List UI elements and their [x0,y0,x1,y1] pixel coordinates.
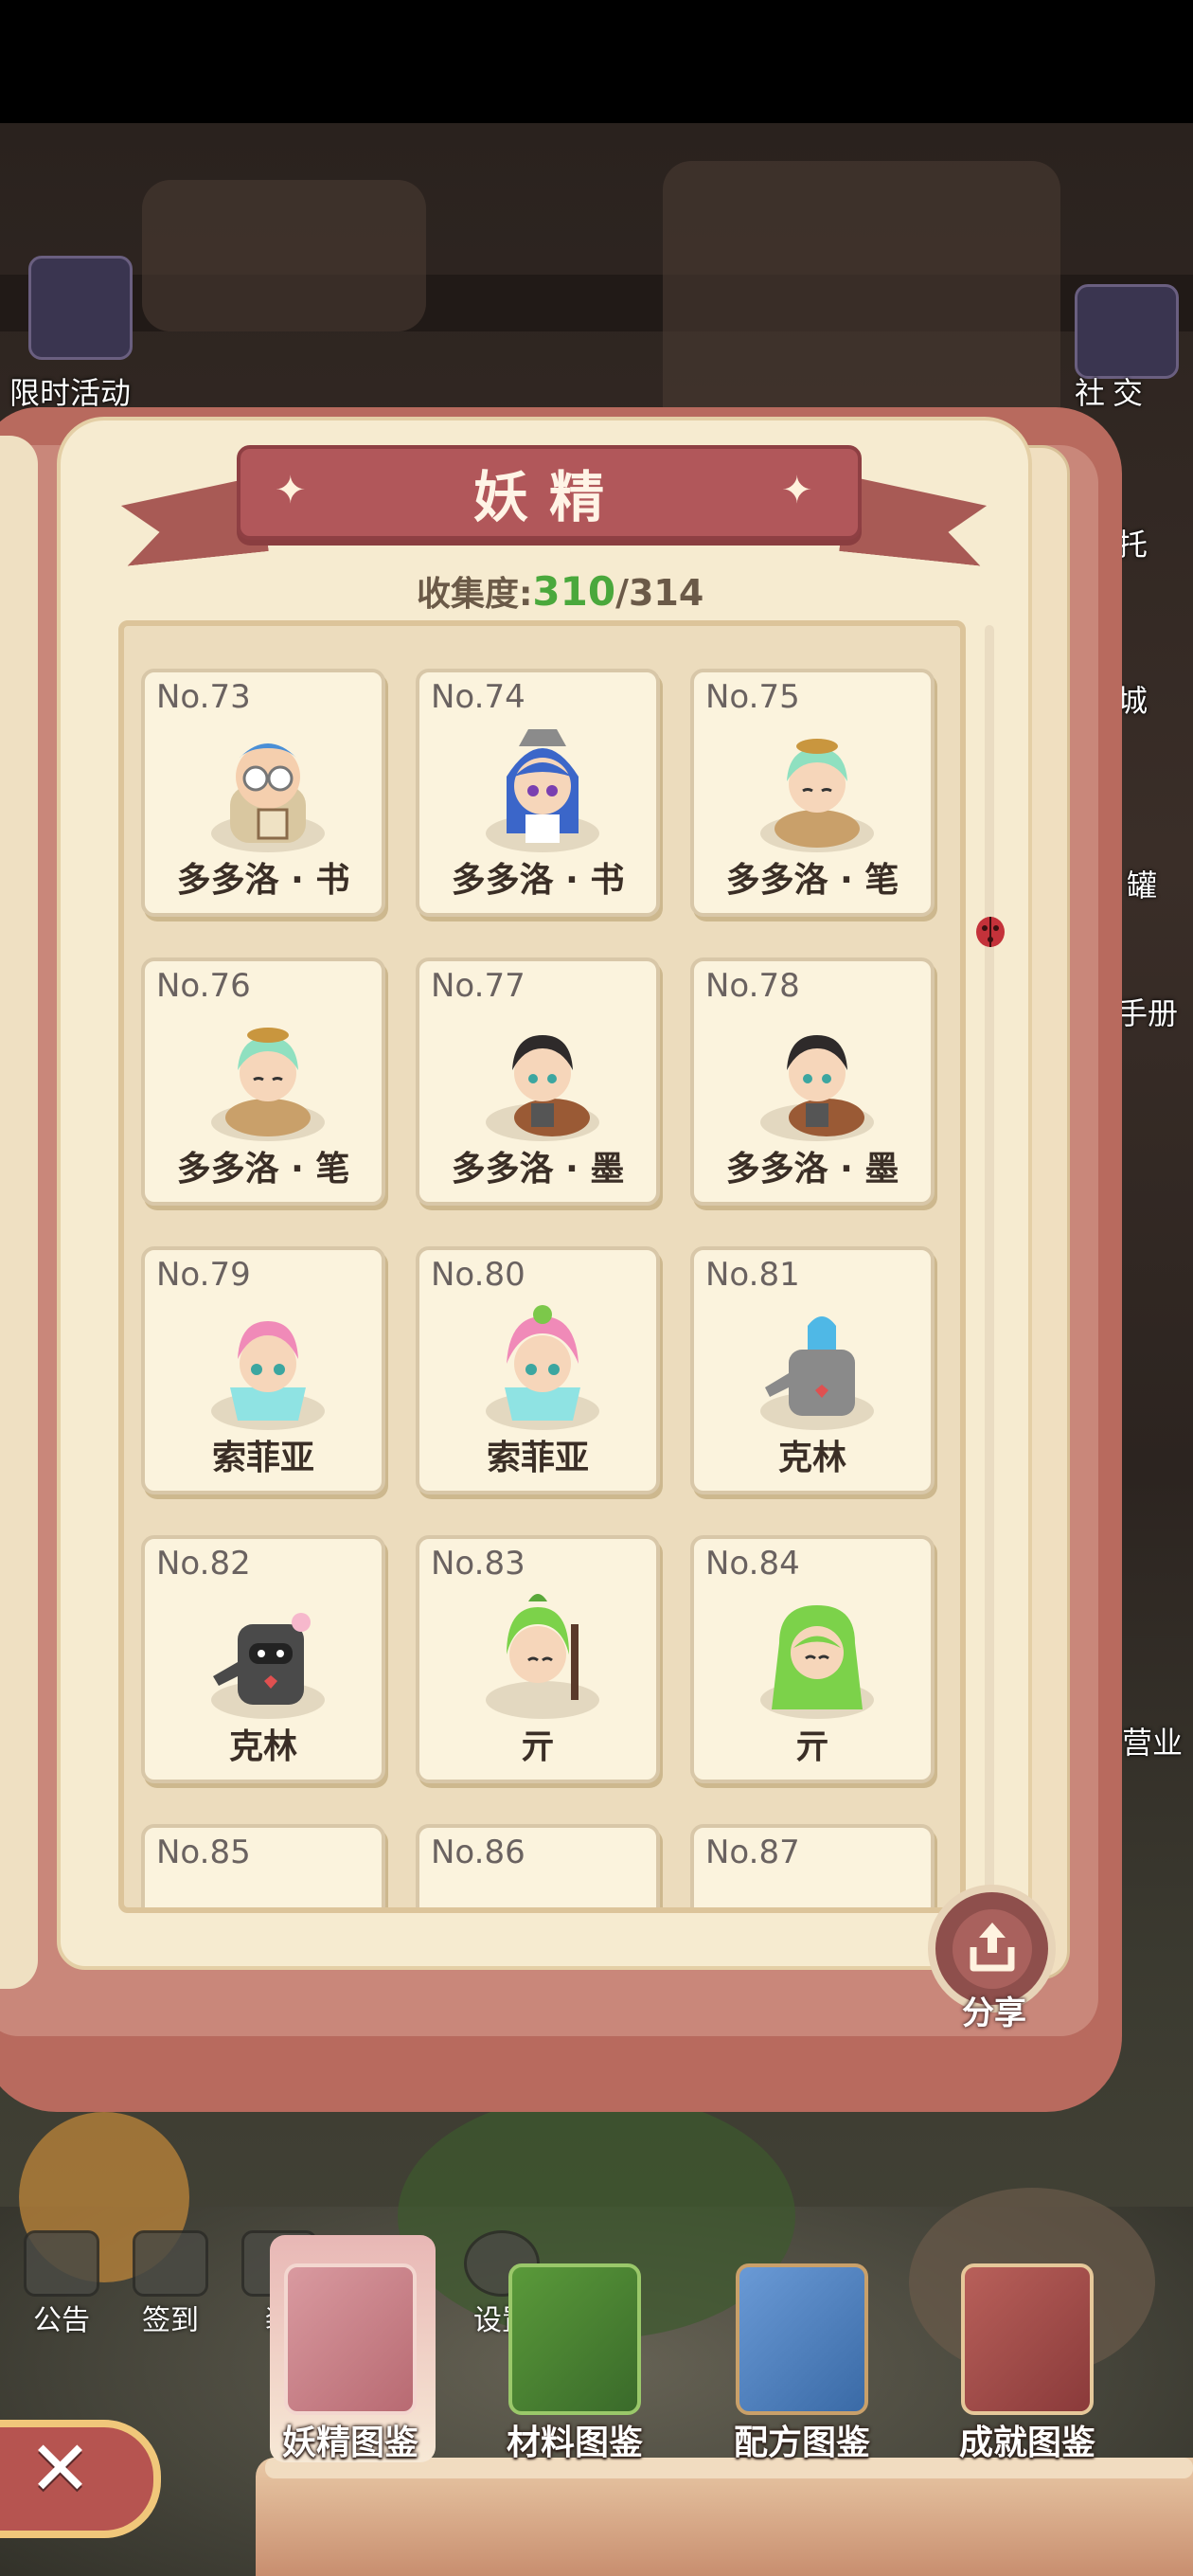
share-label: 分享 [962,1995,1026,2032]
tab-fairy-encyclopedia[interactable]: 妖精图鉴 [251,2263,450,2481]
fairy-portrait [486,1875,599,1913]
card-name: 克林 [228,1727,297,1766]
tab-label: 成就图鉴 [958,2424,1095,2462]
card-name: 多多洛 · 墨 [725,1150,899,1189]
achievement-book-icon [961,2263,1094,2415]
card-name: 多多洛 · 笔 [725,861,899,900]
collection-label: 收集度: [417,575,533,614]
fairy-card[interactable]: No.84 亓 [690,1535,935,1783]
card-number: No.84 [705,1545,800,1583]
card-number: No.76 [156,967,251,1005]
collection-progress: 收集度:310/314 [417,566,704,616]
fairy-portrait [760,1875,874,1913]
fairy-book-icon [284,2263,417,2415]
card-number: No.86 [431,1834,525,1871]
fairy-card[interactable]: No.87 [690,1824,935,1913]
card-number: No.74 [431,678,525,716]
fairy-card[interactable]: No.76 多多洛 · 笔 [141,957,385,1206]
card-name: 多多洛 · 书 [451,861,625,900]
fairy-card[interactable]: No.77 多多洛 · 墨 [416,957,660,1206]
card-number: No.79 [156,1256,251,1294]
card-number: No.81 [705,1256,800,1294]
tab-label: 配方图鉴 [733,2424,870,2462]
announcement-icon [24,2230,99,2297]
fairy-portrait [765,1316,855,1416]
close-icon: ✕ [28,2424,93,2513]
card-name: 多多洛 · 笔 [176,1150,350,1189]
fairy-portrait [775,739,860,848]
card-number: No.78 [705,967,800,1005]
fairy-portrait [211,1875,325,1913]
fairy-card[interactable]: No.75 多多洛 · 笔 [690,669,935,917]
tab-achievement-encyclopedia[interactable]: 成就图鉴 [928,2263,1127,2481]
card-name: 索菲亚 [486,1439,589,1477]
fairy-grid[interactable]: No.73 多多洛 · 书 No.74 多多洛 · 书 No.75 多多洛 · … [118,620,966,1913]
fairy-portrait [505,1305,580,1421]
fairy-card[interactable]: No.82 克林 [141,1535,385,1783]
announcement-button[interactable]: 公告 [9,2230,114,2344]
card-name: 克林 [777,1439,846,1477]
card-name: 索菲亚 [211,1439,314,1477]
collected-count: 310 [532,568,616,615]
fairy-card[interactable]: No.74 多多洛 · 书 [416,669,660,917]
fairy-card[interactable]: No.79 索菲亚 [141,1246,385,1494]
recipe-book-icon [736,2263,868,2415]
card-number: No.75 [705,678,800,716]
checkin-button[interactable]: 签到 [118,2230,223,2344]
tab-label: 妖精图鉴 [281,2424,418,2462]
page-title: 妖精 [472,465,625,529]
material-book-icon [508,2263,641,2415]
card-name: 亓 [794,1727,829,1766]
fairy-portrait [507,729,579,843]
fairy-card[interactable]: No.73 多多洛 · 书 [141,669,385,917]
tab-material-encyclopedia[interactable]: 材料图鉴 [475,2263,674,2481]
social-label: 社交 [1075,375,1151,411]
limited-event-button[interactable]: 限时活动 [9,246,151,417]
share-icon [970,1923,1015,1972]
total-count: /314 [615,572,704,614]
card-number: No.80 [431,1256,525,1294]
card-name: 亓 [520,1727,555,1766]
scrollbar-ladybug-handle[interactable] [973,911,1007,949]
card-number: No.82 [156,1545,251,1583]
card-number: No.77 [431,967,525,1005]
event-icon [28,256,133,360]
card-number: No.73 [156,678,251,716]
fairy-portrait [512,1035,590,1136]
card-number: No.87 [705,1834,800,1871]
scrollbar-track[interactable] [985,625,994,1913]
tab-label: 材料图鉴 [506,2424,643,2462]
calendar-icon [133,2230,208,2297]
fairy-portrait [230,1321,306,1421]
fairy-card[interactable]: No.78 多多洛 · 墨 [690,957,935,1206]
card-number: No.83 [431,1545,525,1583]
fairy-portrait [787,1035,864,1136]
fairy-portrait [213,1613,311,1705]
fairy-card[interactable]: No.81 克林 [690,1246,935,1494]
card-name: 多多洛 · 墨 [451,1150,625,1189]
fairy-card[interactable]: No.85 [141,1824,385,1913]
social-icon [1075,284,1179,379]
fairy-portrait [225,1028,311,1136]
fairy-portrait [507,1594,579,1700]
card-name: 多多洛 · 书 [176,861,350,900]
social-button[interactable]: 社交 [1060,246,1193,417]
card-number: No.85 [156,1834,251,1871]
tab-recipe-encyclopedia[interactable]: 配方图鉴 [703,2263,901,2481]
fairy-card[interactable]: No.83 亓 [416,1535,660,1783]
fairy-card[interactable]: No.86 [416,1824,660,1913]
book-left-page [0,436,38,1989]
fairy-portrait [230,743,306,843]
fairy-portrait [772,1605,863,1709]
fairy-card[interactable]: No.80 索菲亚 [416,1246,660,1494]
status-bar-area [0,0,1193,123]
